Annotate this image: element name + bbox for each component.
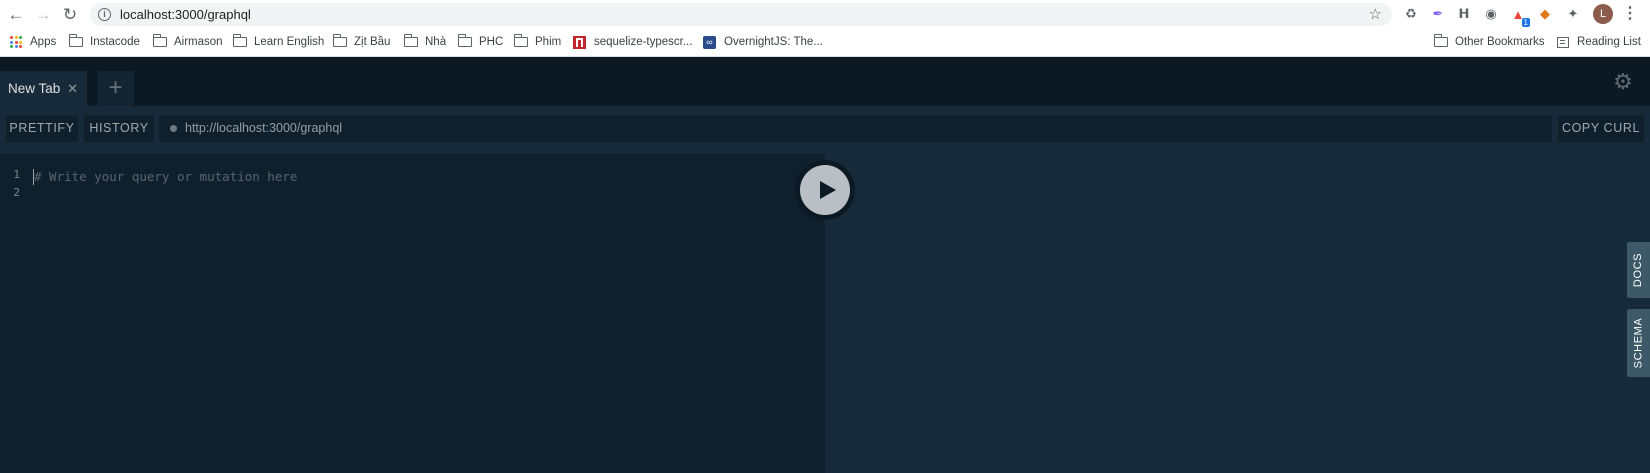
editor-placeholder: # Write your query or mutation here <box>34 169 298 184</box>
bookmark-label: Airmason <box>174 36 223 48</box>
execute-query-button[interactable] <box>795 160 855 220</box>
endpoint-input[interactable]: http://localhost:3000/graphql <box>159 115 1552 142</box>
bookmark-label: PHC <box>479 36 504 48</box>
sequelize-favicon-icon <box>573 35 586 49</box>
bookmark-airmason[interactable]: Airmason <box>152 33 223 51</box>
bookmark-label: Phim <box>535 36 562 48</box>
endpoint-url: http://localhost:3000/graphql <box>185 121 343 135</box>
close-icon[interactable]: ✕ <box>67 81 78 97</box>
share-extension-icon[interactable]: ▲ 1 <box>1508 4 1530 27</box>
extension-badge: 1 <box>1521 18 1530 27</box>
folder-icon <box>152 34 167 47</box>
playground-toolbar: PRETTIFY HISTORY http://localhost:3000/g… <box>0 106 1650 154</box>
bookmark-label: Zịt Bầu <box>354 36 391 48</box>
prettify-button[interactable]: PRETTIFY <box>6 115 78 142</box>
browser-menu-icon[interactable]: ⋮ <box>1622 4 1638 24</box>
profile-avatar[interactable]: L <box>1593 4 1613 24</box>
bookmark-zit-bau[interactable]: Zịt Bầu <box>332 33 391 51</box>
bookmark-phim[interactable]: Phim <box>513 33 562 51</box>
camera-extension-icon[interactable]: ◉ <box>1481 4 1501 24</box>
address-row: ← → ↻ i localhost:3000/graphql ☆ ♻ ✒ 𝗛 ◉… <box>0 0 1650 29</box>
bookmark-label: Instacode <box>90 36 140 48</box>
bookmark-star-icon[interactable]: ☆ <box>1369 5 1382 23</box>
gear-icon[interactable]: ⚙ <box>1612 71 1634 93</box>
bookmark-overnightjs[interactable]: ∞ OvernightJS: The... <box>703 33 823 51</box>
add-tab-plus-icon[interactable]: + <box>97 71 134 106</box>
folder-icon <box>232 34 247 47</box>
copy-curl-button[interactable]: COPY CURL <box>1558 115 1644 142</box>
tab-new-tab[interactable]: New Tab ✕ <box>0 71 87 106</box>
recycle-extension-icon[interactable]: ♻ <box>1401 4 1421 24</box>
reading-list[interactable]: Reading List <box>1557 33 1641 51</box>
line-number: 2 <box>13 186 20 199</box>
bookmark-label: Reading List <box>1577 36 1641 48</box>
bookmark-other[interactable]: Other Bookmarks <box>1433 33 1545 51</box>
text-extension-icon[interactable]: 𝗛 <box>1454 4 1474 24</box>
bookmark-label: Apps <box>30 36 57 48</box>
schema-tab-label: SCHEMA <box>1632 317 1645 369</box>
overnightjs-favicon-icon: ∞ <box>703 35 716 49</box>
url-host: localhost <box>120 7 172 22</box>
browser-chrome: ← → ↻ i localhost:3000/graphql ☆ ♻ ✒ 𝗛 ◉… <box>0 0 1650 57</box>
history-button[interactable]: HISTORY <box>84 115 154 142</box>
tab-label: New Tab <box>8 81 61 96</box>
site-info-icon[interactable]: i <box>98 8 111 21</box>
bookmark-label: OvernightJS: The... <box>724 36 823 48</box>
bookmark-instacode[interactable]: Instacode <box>68 33 140 51</box>
query-editor[interactable]: 1 2 # Write your query or mutation here <box>0 154 825 473</box>
url-path: :3000/graphql <box>171 7 251 22</box>
forward-arrow-icon[interactable]: → <box>32 4 54 26</box>
address-url[interactable]: localhost:3000/graphql <box>120 7 251 22</box>
bookmark-learn-english[interactable]: Learn English <box>232 33 325 51</box>
bookmark-nha[interactable]: Nhà <box>403 33 447 51</box>
back-arrow-icon[interactable]: ← <box>5 4 27 26</box>
play-icon <box>800 165 850 215</box>
apps-grid-icon <box>10 36 22 48</box>
folder-icon <box>1433 34 1448 47</box>
pen-extension-icon[interactable]: ✒ <box>1428 4 1448 24</box>
folder-icon <box>513 34 528 47</box>
bookmark-sequelize[interactable]: sequelize-typescr... <box>573 33 692 51</box>
folder-icon <box>403 34 418 47</box>
connection-status-dot <box>170 125 177 132</box>
metamask-fox-icon[interactable]: ◆ <box>1535 4 1555 24</box>
bookmark-phc[interactable]: PHC <box>457 33 504 51</box>
reading-list-icon <box>1557 36 1569 48</box>
folder-icon <box>68 34 83 47</box>
bookmark-label: Learn English <box>254 36 325 48</box>
folder-icon <box>457 34 472 47</box>
bookmarks-bar: Apps Instacode Airmason Learn English Zị… <box>0 30 1650 54</box>
playground-tab-bar: New Tab ✕ + <box>0 57 1650 106</box>
docs-tab-label: DOCS <box>1632 252 1645 288</box>
address-bar[interactable]: i localhost:3000/graphql ☆ <box>90 3 1392 26</box>
line-number-gutter: 1 2 <box>0 168 26 204</box>
schema-tab[interactable]: SCHEMA <box>1627 309 1650 377</box>
puzzle-extensions-icon[interactable]: ✦ <box>1563 4 1583 24</box>
bookmark-apps[interactable]: Apps <box>10 33 56 51</box>
result-panel <box>825 154 1650 473</box>
docs-tab[interactable]: DOCS <box>1627 242 1650 298</box>
line-number: 1 <box>13 168 20 181</box>
bookmark-label: Other Bookmarks <box>1455 36 1545 48</box>
bookmark-label: sequelize-typescr... <box>594 36 693 48</box>
folder-icon <box>332 34 347 47</box>
reload-icon[interactable]: ↻ <box>59 4 81 26</box>
bookmark-label: Nhà <box>425 36 447 48</box>
